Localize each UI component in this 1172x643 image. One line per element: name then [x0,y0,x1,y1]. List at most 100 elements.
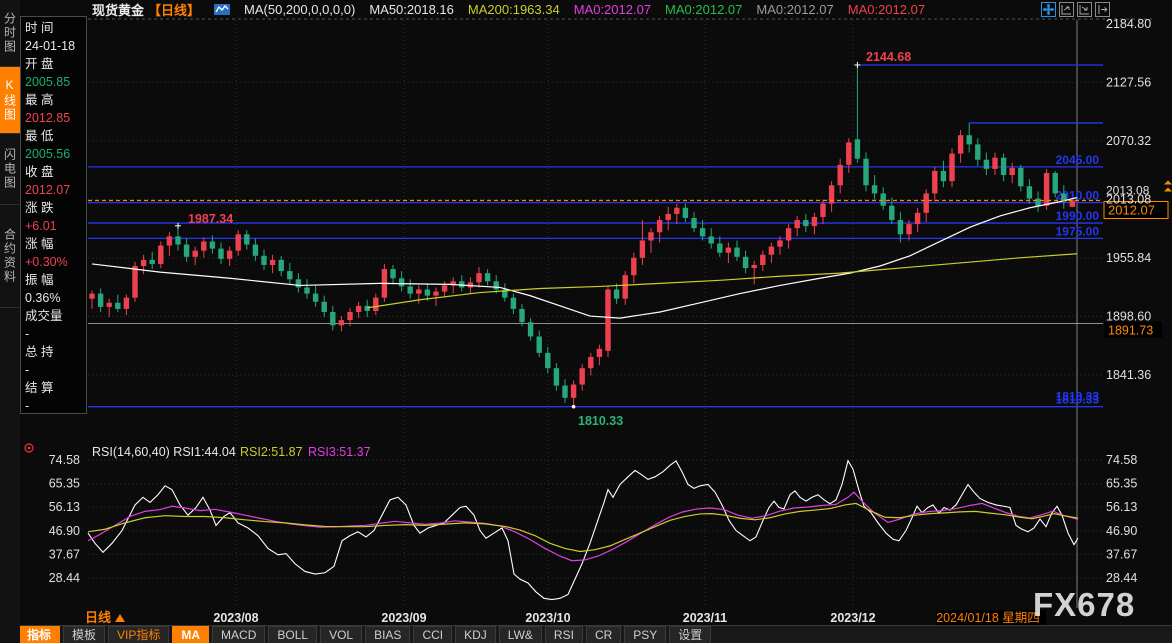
toolbar-item-VIP指标[interactable]: VIP指标 [108,626,169,643]
rsi-header-0: RSI(14,60,40) RSI1:44.04 [92,445,236,459]
kline-chart-canvas[interactable]: 2045.002010.001990.001975.001810.332013.… [20,18,1172,625]
info-row-1: 开 盘2005.85 [25,55,86,91]
info-label: 成交量 [25,307,86,325]
level-label-1990.00: 1990.00 [1056,209,1100,223]
ma-settings-label: MA(50,200,0,0,0,0) [244,2,355,17]
toolbar-item-PSY[interactable]: PSY [624,626,666,643]
rsi-tick-left: 28.44 [49,571,80,585]
side-tab-K线图[interactable]: K线图 [0,67,20,134]
trading-app-window: 现货黄金 【日线】 MA(50,200,0,0,0,0) MA50:2018.1… [0,0,1172,643]
info-label: 最 低 [25,127,86,145]
rsi-tick-right: 74.58 [1106,453,1137,467]
kline-chart-icon [214,3,230,16]
rsi-header-1: RSI2:51.87 [240,445,303,459]
info-row-5: 涨 跌+6.01 [25,199,86,235]
toolbar-item-KDJ[interactable]: KDJ [455,626,496,643]
ma-value-4: MA0:2012.07 [756,2,833,17]
toolbar-item-LW&[interactable]: LW& [499,626,542,643]
info-value: 2005.85 [25,73,86,91]
svg-text:1891.73: 1891.73 [1108,324,1153,338]
side-tab-分时图[interactable]: 分时图 [0,0,20,67]
swing-label-1987.34: 1987.34 [188,212,233,226]
toolbar-item-BOLL[interactable]: BOLL [268,626,317,643]
swing-label-2144.68: 2144.68 [866,50,911,64]
info-row-7: 振 幅0.36% [25,271,86,307]
swing-label-1810.33: 1810.33 [578,414,623,428]
rsi-tick-right: 46.90 [1106,524,1137,538]
rsi-tick-left: 37.67 [49,547,80,561]
indicator-toolbar: 指标模板VIP指标MAMACDBOLLVOLBIASCCIKDJLW&RSICR… [0,625,1172,643]
info-row-8: 成交量- [25,307,86,343]
info-label: 结 算 [25,379,86,397]
month-label-2023/11: 2023/11 [683,611,728,625]
candle [605,286,610,357]
side-tab-合约资料[interactable]: 合约资料 [0,205,20,308]
info-label: 振 幅 [25,271,86,289]
toolbar-item-MACD[interactable]: MACD [212,626,265,643]
info-value: - [25,325,86,343]
info-value: +6.01 [25,217,86,235]
pan-tool-button[interactable] [1041,2,1056,17]
info-label: 最 高 [25,91,86,109]
rsi-header-2: RSI3:51.37 [308,445,371,459]
rsi-tick-left: 65.35 [49,477,80,491]
month-label-2023/08: 2023/08 [213,611,258,625]
info-label: 涨 跌 [25,199,86,217]
info-label: 开 盘 [25,55,86,73]
price-tick: 2070.32 [1106,134,1151,148]
scale-shift-tool-button[interactable] [1095,2,1110,17]
info-row-6: 涨 幅+0.30% [25,235,86,271]
symbol-title: 现货黄金 [92,0,144,19]
price-tick: 1955.84 [1106,251,1151,265]
period-tag: 【日线】 [148,0,200,19]
info-label: 收 盘 [25,163,86,181]
chart-tool-buttons [1041,2,1110,17]
side-tab-闪电图[interactable]: 闪电图 [0,134,20,205]
rsi-tick-right: 56.13 [1106,500,1137,514]
price-tick: 2184.80 [1106,18,1151,31]
month-label-2023/12: 2023/12 [830,611,875,625]
rsi-tick-right: 65.35 [1106,477,1137,491]
ma-value-3: MA0:2012.07 [665,2,742,17]
info-value: +0.30% [25,253,86,271]
rsi-tick-right: 28.44 [1106,571,1137,585]
level-label-1975.00: 1975.00 [1056,224,1100,238]
price-tick: 2127.56 [1106,75,1151,89]
toolbar-item-BIAS[interactable]: BIAS [365,626,410,643]
period-selector-label: 日线 [85,610,111,625]
info-value: 2012.07 [25,181,86,199]
rsi-tick-left: 56.13 [49,500,80,514]
scale-right-tool-button[interactable] [1077,2,1092,17]
info-value: 0.36% [25,289,86,307]
swing-marker [572,405,576,409]
top-bar: 现货黄金 【日线】 MA(50,200,0,0,0,0) MA50:2018.1… [92,0,925,19]
toolbar-item-模板[interactable]: 模板 [63,626,105,643]
toolbar-item-CCI[interactable]: CCI [413,626,452,643]
toolbar-item-MA[interactable]: MA [172,626,209,643]
level-right-label-1810: 1810.33 [1056,390,1100,404]
month-label-2023/09: 2023/09 [381,611,426,625]
ma-values: MA50:2018.16MA200:1963.34MA0:2012.07MA0:… [369,2,925,17]
rsi-tick-left: 74.58 [49,453,80,467]
left-tab-strip: 分时图K线图闪电图合约资料 [0,0,20,643]
toolbar-item-VOL[interactable]: VOL [320,626,362,643]
info-row-2: 最 高2012.85 [25,91,86,127]
info-row-3: 最 低2005.56 [25,127,86,163]
ma-value-5: MA0:2012.07 [848,2,925,17]
price-tick: 1841.36 [1106,368,1151,382]
info-row-0: 时 间24-01-18 [25,19,86,55]
ma-value-1: MA200:1963.34 [468,2,560,17]
toolbar-item-指标[interactable]: 指标 [18,626,60,643]
toolbar-item-RSI[interactable]: RSI [545,626,583,643]
ma-value-2: MA0:2012.07 [574,2,651,17]
quote-info-panel: 时 间24-01-18开 盘2005.85最 高2012.85最 低2005.5… [20,16,87,414]
info-value: - [25,361,86,379]
scale-left-tool-button[interactable] [1059,2,1074,17]
toolbar-item-CR[interactable]: CR [586,626,621,643]
price-tick: 1898.60 [1106,309,1151,323]
toolbar-item-设置[interactable]: 设置 [669,626,711,643]
info-label: 涨 幅 [25,235,86,253]
chart-background [20,18,1172,625]
info-row-4: 收 盘2012.07 [25,163,86,199]
rsi-tick-right: 37.67 [1106,547,1137,561]
